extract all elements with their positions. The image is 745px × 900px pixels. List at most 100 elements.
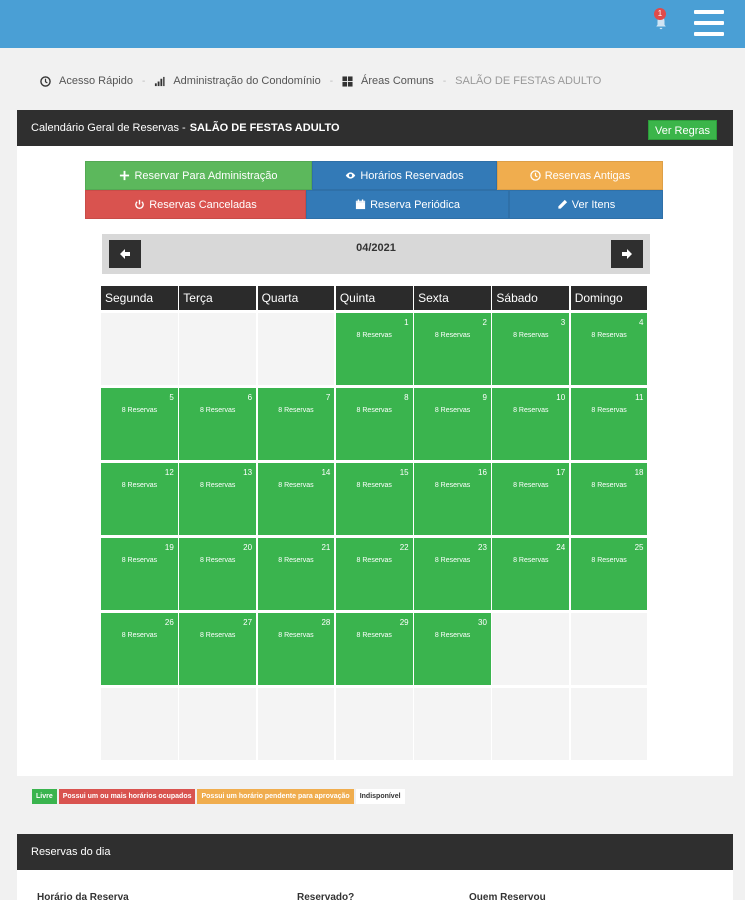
calendar-day-cell[interactable]: 4 8 Reservas — [570, 313, 648, 385]
calendar-day-cell[interactable]: 14 8 Reservas — [257, 463, 335, 535]
calendar-day-cell[interactable]: 22 8 Reservas — [335, 538, 413, 610]
view-items-button[interactable]: Ver Itens — [509, 190, 663, 219]
reservation-count: 8 Reservas — [278, 557, 314, 564]
day-number: 2 — [482, 318, 487, 327]
reservation-count: 8 Reservas — [199, 407, 236, 414]
calendar-day-cell[interactable]: 19 8 Reservas — [101, 538, 178, 610]
legend-unavailable: Indisponível — [355, 789, 405, 804]
day-number: 26 — [164, 618, 174, 627]
day-number: 16 — [478, 468, 487, 477]
reservation-count: 8 Reservas — [121, 407, 158, 414]
reservation-count: 8 Reservas — [356, 332, 392, 339]
day-number: 29 — [399, 618, 409, 627]
calendar-day-cell[interactable]: 9 8 Reservas — [414, 388, 491, 460]
calendar-icon — [355, 199, 366, 210]
calendar-week-row: 19 8 Reservas 20 8 Reservas 21 8 Reservas 22 8 … — [101, 538, 649, 610]
weekday-label: Domingo — [570, 286, 648, 310]
calendar-day-cell[interactable]: 13 8 Reservas — [179, 463, 257, 535]
day-number: 5 — [169, 393, 174, 402]
breadcrumb-common-areas[interactable]: Áreas Comuns — [342, 75, 434, 87]
calendar-day-cell[interactable]: 2 8 Reservas — [414, 313, 491, 385]
calendar-empty-cell — [492, 688, 570, 760]
weekday-label: Quarta — [257, 286, 335, 310]
calendar-day-cell[interactable]: 28 8 Reservas — [257, 613, 335, 685]
day-number: 23 — [478, 543, 487, 552]
reservation-count: 8 Reservas — [591, 482, 627, 489]
legend: Livre Possui um ou mais horários ocupado… — [32, 789, 407, 804]
calendar-day-cell[interactable]: 16 8 Reservas — [414, 463, 491, 535]
column-reserved: Reservado? — [297, 892, 355, 900]
day-number: 22 — [399, 543, 409, 552]
calendar-week-row: 26 8 Reservas 27 8 Reservas 28 8 Reservas 29 8 … — [101, 613, 649, 685]
day-number: 4 — [639, 318, 644, 327]
calendar-day-cell[interactable]: 7 8 Reservas — [257, 388, 335, 460]
legend-occupied: Possui um ou mais horários ocupados — [58, 789, 196, 804]
calendar-day-cell[interactable]: 21 8 Reservas — [257, 538, 335, 610]
calendar-day-cell[interactable]: 12 8 Reservas — [101, 463, 178, 535]
calendar-day-cell[interactable]: 11 8 Reservas — [570, 388, 648, 460]
calendar-day-cell[interactable]: 18 8 Reservas — [570, 463, 648, 535]
calendar-week-row: 12 8 Reservas 13 8 Reservas 14 8 Reservas 15 8 … — [101, 463, 649, 535]
calendar-day-cell[interactable]: 10 8 Reservas — [492, 388, 570, 460]
day-number: 20 — [243, 543, 253, 552]
calendar-day-cell[interactable]: 23 8 Reservas — [414, 538, 491, 610]
calendar-day-cell[interactable]: 20 8 Reservas — [179, 538, 257, 610]
calendar-empty-cell — [414, 688, 491, 760]
calendar-day-cell[interactable]: 30 8 Reservas — [414, 613, 491, 685]
column-who: Quem Reservou — [469, 892, 546, 900]
panel-title-area: SALÃO DE FESTAS ADULTO — [189, 122, 340, 134]
weekday-label: Sábado — [492, 286, 570, 310]
calendar-day-cell[interactable]: 17 8 Reservas — [492, 463, 570, 535]
breadcrumb-administration[interactable]: Administração do Condomínio — [154, 75, 321, 87]
calendar-day-cell[interactable]: 5 8 Reservas — [101, 388, 178, 460]
view-rules-button[interactable]: Ver Regras — [647, 120, 717, 140]
calendar-day-cell[interactable]: 3 8 Reservas — [492, 313, 570, 385]
reservation-count: 8 Reservas — [278, 632, 314, 639]
calendar-day-cell[interactable]: 6 8 Reservas — [179, 388, 257, 460]
day-reservations-panel: Reservas do dia Horário da Reserva Reser… — [17, 834, 733, 900]
reservation-count: 8 Reservas — [513, 407, 549, 414]
reserved-times-button[interactable]: Horários Reservados — [312, 161, 497, 190]
breadcrumb-separator: - — [142, 75, 146, 87]
menu-icon[interactable] — [694, 10, 724, 40]
cancelled-reservations-button[interactable]: Reservas Canceladas — [85, 190, 306, 219]
next-month-button[interactable] — [611, 240, 643, 268]
reservation-count: 8 Reservas — [356, 407, 392, 414]
calendar-day-cell[interactable]: 24 8 Reservas — [492, 538, 570, 610]
calendar-day-cell[interactable]: 29 8 Reservas — [335, 613, 413, 685]
day-number: 19 — [164, 543, 174, 552]
day-number: 27 — [243, 618, 253, 627]
top-bar: 1 — [0, 0, 745, 48]
day-number: 14 — [321, 468, 331, 477]
calendar-day-cell[interactable]: 26 8 Reservas — [101, 613, 178, 685]
column-time: Horário da Reserva — [37, 892, 129, 900]
calendar-day-cell[interactable]: 1 8 Reservas — [335, 313, 413, 385]
reservation-count: 8 Reservas — [434, 557, 471, 564]
periodic-reservation-button[interactable]: Reserva Periódica — [306, 190, 509, 219]
current-month: 04/2021 — [356, 242, 396, 254]
day-number: 18 — [634, 468, 644, 477]
old-reservations-button[interactable]: Reservas Antigas — [497, 161, 663, 190]
calendar-day-cell[interactable]: 27 8 Reservas — [179, 613, 257, 685]
calendar-day-cell[interactable]: 8 8 Reservas — [335, 388, 413, 460]
arrow-right-icon — [622, 249, 632, 259]
calendar-day-cell[interactable]: 25 8 Reservas — [570, 538, 648, 610]
calendar-empty-cell — [570, 688, 648, 760]
calendar-empty-cell — [257, 688, 335, 760]
calendar-day-cell[interactable]: 15 8 Reservas — [335, 463, 413, 535]
reservation-count: 8 Reservas — [513, 482, 549, 489]
calendar-week-row: 1 8 Reservas 2 8 Reservas 3 8 Reservas 4 8 Rese… — [101, 313, 649, 385]
breadcrumb-quick-access[interactable]: Acesso Rápido — [40, 75, 133, 87]
breadcrumb: Acesso Rápido - Administração do Condomí… — [40, 73, 601, 89]
calendar-week-row — [101, 688, 649, 760]
calendar-empty-cell — [179, 688, 257, 760]
breadcrumb-separator: - — [442, 75, 447, 87]
clock-icon — [529, 170, 541, 181]
reservation-count: 8 Reservas — [199, 632, 236, 639]
weekday-header: Segunda Terça Quarta Quinta Sexta Sábado Domin… — [101, 286, 649, 310]
weekday-label: Segunda — [101, 286, 178, 310]
legend-pending: Possui um horário pendente para aprovaçã… — [197, 789, 354, 804]
reserve-admin-button[interactable]: Reservar Para Administração — [85, 161, 312, 190]
reservation-count: 8 Reservas — [356, 557, 392, 564]
breadcrumb-separator: - — [329, 75, 334, 87]
